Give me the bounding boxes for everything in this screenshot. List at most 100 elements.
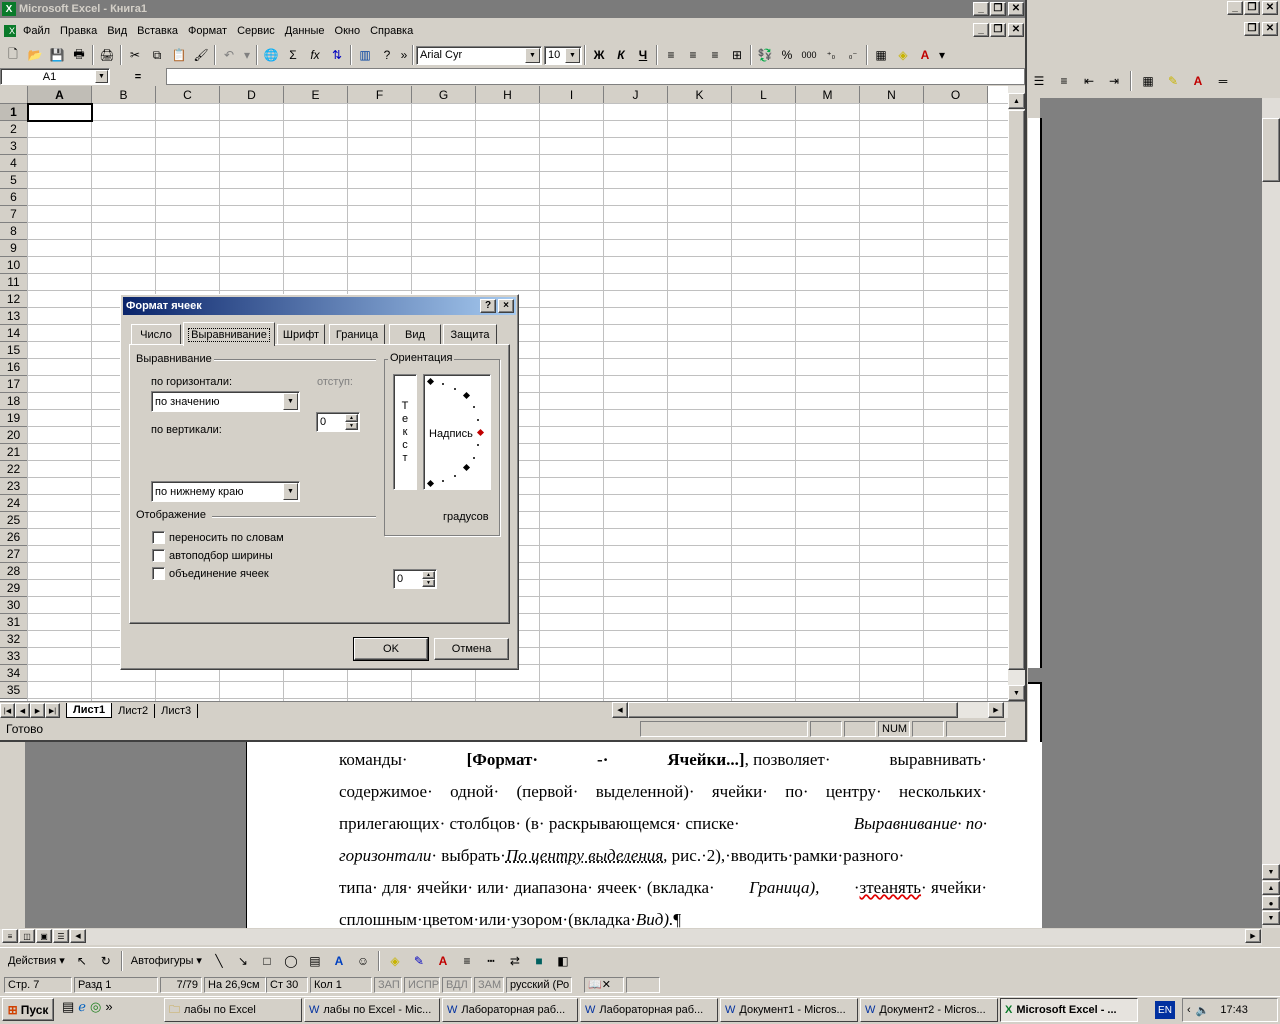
row-header[interactable]: 1: [0, 104, 28, 121]
italic-icon[interactable]: К: [610, 44, 632, 66]
align-left-icon[interactable]: ≡: [660, 44, 682, 66]
actions-menu[interactable]: Действия ▾: [4, 954, 69, 967]
word-next-page[interactable]: ▼: [1262, 911, 1280, 925]
textbox-tool-icon[interactable]: ▤: [304, 950, 326, 972]
row-header[interactable]: 25: [0, 512, 28, 529]
3d-icon[interactable]: ◧: [552, 950, 574, 972]
row-header[interactable]: 14: [0, 325, 28, 342]
show-desktop-icon[interactable]: ▤: [62, 999, 74, 1015]
row-header[interactable]: 32: [0, 631, 28, 648]
formula-input[interactable]: [166, 68, 1025, 85]
free-rotate-icon[interactable]: ↻: [95, 950, 117, 972]
word-hscroll-left[interactable]: ◀: [70, 929, 86, 943]
line-style-icon[interactable]: ═: [1212, 70, 1234, 92]
hscroll-left[interactable]: ◀: [612, 702, 628, 718]
open-icon[interactable]: 📂: [24, 44, 46, 66]
row-header[interactable]: 31: [0, 614, 28, 631]
bullets-icon[interactable]: ≡: [1053, 70, 1075, 92]
row-header[interactable]: 35: [0, 682, 28, 699]
column-header[interactable]: A: [28, 86, 92, 104]
save-icon[interactable]: 💾: [46, 44, 68, 66]
ok-button[interactable]: OK: [353, 637, 429, 661]
menu-data[interactable]: Данные: [280, 22, 330, 40]
comma-style-icon[interactable]: 000: [798, 44, 820, 66]
menu-help[interactable]: Справка: [365, 22, 418, 40]
toolbar-options-icon[interactable]: »: [398, 44, 410, 66]
shadow-icon[interactable]: ■: [528, 950, 550, 972]
last-sheet-button[interactable]: ▶|: [45, 703, 60, 718]
menu-format[interactable]: Формат: [183, 22, 232, 40]
row-header[interactable]: 11: [0, 274, 28, 291]
vertical-text-box[interactable]: Т е к с т: [393, 374, 417, 490]
excel-restore-button[interactable]: ❐: [990, 2, 1006, 16]
word-doc-restore-button[interactable]: ❐: [1244, 22, 1260, 36]
row-header[interactable]: 23: [0, 478, 28, 495]
font-size-select[interactable]: 10 ▼: [544, 45, 582, 65]
row-header[interactable]: 9: [0, 240, 28, 257]
dash-style-icon[interactable]: ┅: [480, 950, 502, 972]
row-header[interactable]: 16: [0, 359, 28, 376]
print-icon[interactable]: 🖨: [96, 44, 118, 66]
arrow-style-icon[interactable]: ⇄: [504, 950, 526, 972]
arrow-tool-icon[interactable]: ↘: [232, 950, 254, 972]
column-header[interactable]: J: [604, 86, 668, 104]
first-sheet-button[interactable]: |◀: [0, 703, 15, 718]
excel-scroll-up[interactable]: ▲: [1008, 93, 1025, 109]
wrap-text-checkbox[interactable]: [152, 531, 165, 544]
book-restore-button[interactable]: ❐: [990, 23, 1006, 37]
tab-alignment[interactable]: Выравнивание: [183, 322, 275, 346]
menu-window[interactable]: Окно: [330, 22, 366, 40]
excel-scroll-thumb[interactable]: [1008, 110, 1025, 670]
copy-icon[interactable]: ⧉: [146, 44, 168, 66]
row-header[interactable]: 22: [0, 461, 28, 478]
align-center-icon[interactable]: ≡: [682, 44, 704, 66]
tab-border[interactable]: Граница: [329, 324, 385, 344]
status-rec[interactable]: ЗАП: [374, 977, 402, 993]
row-header[interactable]: 29: [0, 580, 28, 597]
row-header[interactable]: 30: [0, 597, 28, 614]
book-minimize-button[interactable]: _: [973, 23, 989, 37]
font-color-icon[interactable]: A: [1187, 70, 1209, 92]
task-lab-2[interactable]: W Лабораторная раб...: [580, 998, 718, 1022]
tray-chevron-icon[interactable]: ‹: [1187, 1004, 1191, 1016]
autoshapes-menu[interactable]: Автофигуры ▾: [127, 954, 206, 967]
menu-tools[interactable]: Сервис: [232, 22, 280, 40]
row-header[interactable]: 10: [0, 257, 28, 274]
row-header[interactable]: 5: [0, 172, 28, 189]
format-painter-icon[interactable]: 🖌: [190, 44, 212, 66]
tab-font[interactable]: Шрифт: [277, 324, 325, 344]
wordart-icon[interactable]: A: [328, 950, 350, 972]
sheet-tab-3[interactable]: Лист3: [155, 703, 199, 718]
row-header[interactable]: 13: [0, 308, 28, 325]
permission-icon[interactable]: 🖶: [68, 44, 90, 66]
clock[interactable]: 17:43: [1220, 1004, 1248, 1016]
task-document-2[interactable]: W Документ2 - Micros...: [860, 998, 998, 1022]
word-close-button[interactable]: ✕: [1262, 1, 1278, 15]
word-select-browse[interactable]: ●: [1262, 896, 1280, 910]
normal-view-icon[interactable]: ≡: [2, 929, 18, 943]
chart-wizard-icon[interactable]: ▥: [354, 44, 376, 66]
decrease-indent-icon[interactable]: ⇤: [1078, 70, 1100, 92]
orientation-dial[interactable]: Надпись: [423, 374, 491, 490]
excel-scroll-down[interactable]: ▼: [1008, 685, 1025, 701]
row-header[interactable]: 8: [0, 223, 28, 240]
menu-edit[interactable]: Правка: [55, 22, 102, 40]
toolbar-more-icon[interactable]: ▾: [936, 44, 948, 66]
fill-color-icon[interactable]: ◈: [384, 950, 406, 972]
merge-cells-option[interactable]: объединение ячеек: [152, 567, 269, 580]
tab-protection[interactable]: Защита: [443, 324, 497, 344]
column-header[interactable]: F: [348, 86, 412, 104]
row-header[interactable]: 15: [0, 342, 28, 359]
row-header[interactable]: 34: [0, 665, 28, 682]
currency-icon[interactable]: 💱: [754, 44, 776, 66]
cut-icon[interactable]: ✂: [124, 44, 146, 66]
row-header[interactable]: 12: [0, 291, 28, 308]
column-header[interactable]: K: [668, 86, 732, 104]
paste-icon[interactable]: 📋: [168, 44, 190, 66]
dialog-close-button[interactable]: ×: [498, 299, 514, 313]
font-name-select[interactable]: Arial Cyr ▼: [416, 45, 542, 65]
percent-icon[interactable]: %: [776, 44, 798, 66]
word-scroll-thumb[interactable]: [1262, 118, 1280, 182]
spin-down-icon[interactable]: ▼: [422, 579, 435, 587]
help-icon[interactable]: ?: [376, 44, 398, 66]
